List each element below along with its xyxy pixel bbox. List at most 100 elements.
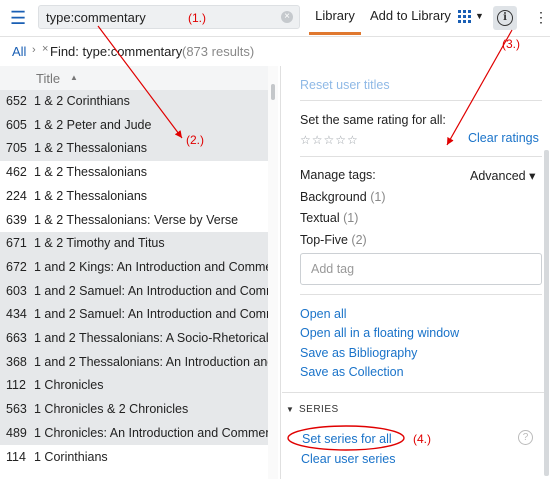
list-item[interactable]: 112 1 Chronicles (0, 374, 268, 399)
clear-user-series-link[interactable]: Clear user series (301, 452, 395, 466)
search-value: type:commentary (46, 10, 146, 25)
results-list: Title ▲ 652 1 & 2 Corinthians 605 1 & 2 Pet… (0, 66, 268, 479)
list-item[interactable]: 671 1 & 2 Timothy and Titus (0, 232, 268, 256)
kebab-icon[interactable]: ⋮ (534, 9, 548, 26)
list-scrollbar-thumb[interactable] (271, 84, 275, 100)
item-number: 652 (6, 94, 27, 108)
item-number: 671 (6, 236, 27, 251)
list-item[interactable]: 672 1 and 2 Kings: An Introduction and Co… (0, 255, 268, 280)
annotation-label: (1.) (188, 11, 206, 25)
list-item[interactable]: 462 1 & 2 Thessalonians (0, 161, 268, 185)
list-item[interactable]: 605 1 & 2 Peter and Jude (0, 113, 268, 138)
item-number: 603 (6, 283, 27, 298)
add-tag-input[interactable]: Add tag (300, 253, 542, 285)
item-title: 1 & 2 Thessalonians: Verse by Verse (34, 212, 239, 227)
item-number: 434 (6, 307, 27, 322)
info-panel: Reset user titles Set the same rating fo… (282, 66, 550, 479)
reset-user-titles-link[interactable]: Reset user titles (300, 78, 390, 92)
item-number: 663 (6, 331, 27, 345)
divider (300, 100, 542, 101)
collapse-triangle-icon[interactable]: ▼ (286, 405, 294, 414)
tag-name: Textual (300, 211, 340, 225)
chevron-down-icon[interactable]: ▼ (475, 11, 484, 21)
tag-count: (1) (370, 190, 386, 204)
item-number: 489 (6, 425, 27, 440)
tag-item[interactable]: Background (1) (300, 190, 385, 204)
info-icon: i (497, 10, 513, 26)
item-title: 1 & 2 Peter and Jude (34, 117, 152, 132)
list-item[interactable]: 603 1 and 2 Samuel: An Introduction and C… (0, 279, 268, 304)
item-title: 1 and 2 Samuel: An Introduction and Comm (34, 283, 268, 298)
open-all-link[interactable]: Open all (300, 307, 347, 321)
rating-stars[interactable]: ☆☆☆☆☆ (300, 133, 359, 147)
annotation-label: (4.) (413, 432, 431, 446)
tag-name: Top-Five (300, 233, 348, 247)
item-title: 1 and 2 Thessalonians: An Introduction a… (34, 354, 268, 369)
clear-search-icon[interactable]: × (281, 11, 293, 23)
list-item[interactable]: 489 1 Chronicles: An Introduction and Com… (0, 421, 268, 446)
item-number: 639 (6, 212, 27, 227)
manage-tags-label: Manage tags: (300, 168, 376, 182)
set-series-link[interactable]: Set series for all (302, 432, 392, 446)
list-item[interactable]: 663 1 and 2 Thessalonians: A Socio-Rhetor… (0, 327, 268, 351)
breadcrumb-all[interactable]: All (12, 44, 26, 59)
search-input[interactable]: type:commentary × (38, 5, 300, 29)
series-section-header[interactable]: SERIES (299, 404, 339, 415)
column-header-label: Title (36, 71, 61, 86)
item-number: 462 (6, 165, 27, 180)
add-tag-placeholder: Add tag (311, 262, 355, 276)
item-number: 112 (6, 378, 26, 393)
divider (282, 392, 544, 393)
tab-active-underline (309, 32, 361, 35)
list-item[interactable]: 639 1 & 2 Thessalonians: Verse by Verse (0, 209, 268, 233)
item-title: 1 Corinthians (34, 449, 108, 464)
list-scrollbar[interactable] (268, 66, 278, 479)
item-title: 1 and 2 Samuel: An Introduction and Comm (34, 307, 268, 322)
toolbar: ☰ type:commentary × Library Add to Libra… (0, 0, 550, 37)
tab-add-to-library[interactable]: Add to Library (370, 8, 451, 23)
annotation-label: (2.) (186, 133, 204, 147)
item-number: 368 (6, 354, 27, 369)
item-number: 114 (6, 449, 26, 464)
rating-label: Set the same rating for all: (300, 113, 446, 127)
divider (300, 156, 542, 157)
item-number: 672 (6, 259, 27, 274)
result-count: (873 results) (182, 44, 255, 59)
list-item[interactable]: 224 1 & 2 Thessalonians (0, 185, 268, 209)
open-floating-link[interactable]: Open all in a floating window (300, 326, 459, 340)
item-title: 1 & 2 Timothy and Titus (34, 236, 165, 251)
info-button[interactable]: i (493, 6, 517, 30)
save-bibliography-link[interactable]: Save as Bibliography (300, 346, 417, 360)
tag-count: (1) (343, 211, 359, 225)
list-item[interactable]: 563 1 Chronicles & 2 Chronicles (0, 398, 268, 422)
item-title: 1 & 2 Thessalonians (34, 188, 148, 203)
breadcrumb: All › × Find: type:commentary (873 resul… (0, 37, 550, 65)
list-item[interactable]: 368 1 and 2 Thessalonians: An Introductio… (0, 350, 268, 375)
breadcrumb-find: Find: type:commentary (50, 44, 183, 59)
tag-item[interactable]: Top-Five (2) (300, 233, 367, 247)
help-icon[interactable]: ? (518, 430, 533, 445)
save-collection-link[interactable]: Save as Collection (300, 365, 404, 379)
item-number: 224 (6, 188, 27, 203)
item-title: 1 and 2 Thessalonians: A Socio-Rhetorica… (34, 331, 268, 345)
pane-divider[interactable] (280, 66, 281, 479)
clear-ratings-link[interactable]: Clear ratings (468, 131, 539, 145)
column-header-title[interactable]: Title ▲ (0, 66, 268, 91)
divider (300, 294, 542, 295)
list-item[interactable]: 652 1 & 2 Corinthians (0, 90, 268, 114)
grid-view-icon[interactable] (458, 10, 472, 24)
remove-filter-icon[interactable]: × (42, 43, 48, 55)
item-title: 1 & 2 Thessalonians (34, 141, 148, 156)
item-title: 1 Chronicles (34, 378, 104, 393)
info-scrollbar[interactable] (544, 150, 549, 476)
advanced-dropdown[interactable]: Advanced ▾ (470, 168, 535, 183)
tag-item[interactable]: Textual (1) (300, 211, 358, 225)
item-number: 705 (6, 141, 27, 156)
list-item[interactable]: 114 1 Corinthians (0, 446, 268, 470)
tag-name: Background (300, 190, 367, 204)
hamburger-icon[interactable]: ☰ (10, 9, 28, 27)
list-item[interactable]: 434 1 and 2 Samuel: An Introduction and C… (0, 303, 268, 327)
item-title: 1 & 2 Corinthians (34, 94, 130, 108)
list-item[interactable]: 705 1 & 2 Thessalonians (0, 137, 268, 162)
item-number: 563 (6, 402, 27, 417)
